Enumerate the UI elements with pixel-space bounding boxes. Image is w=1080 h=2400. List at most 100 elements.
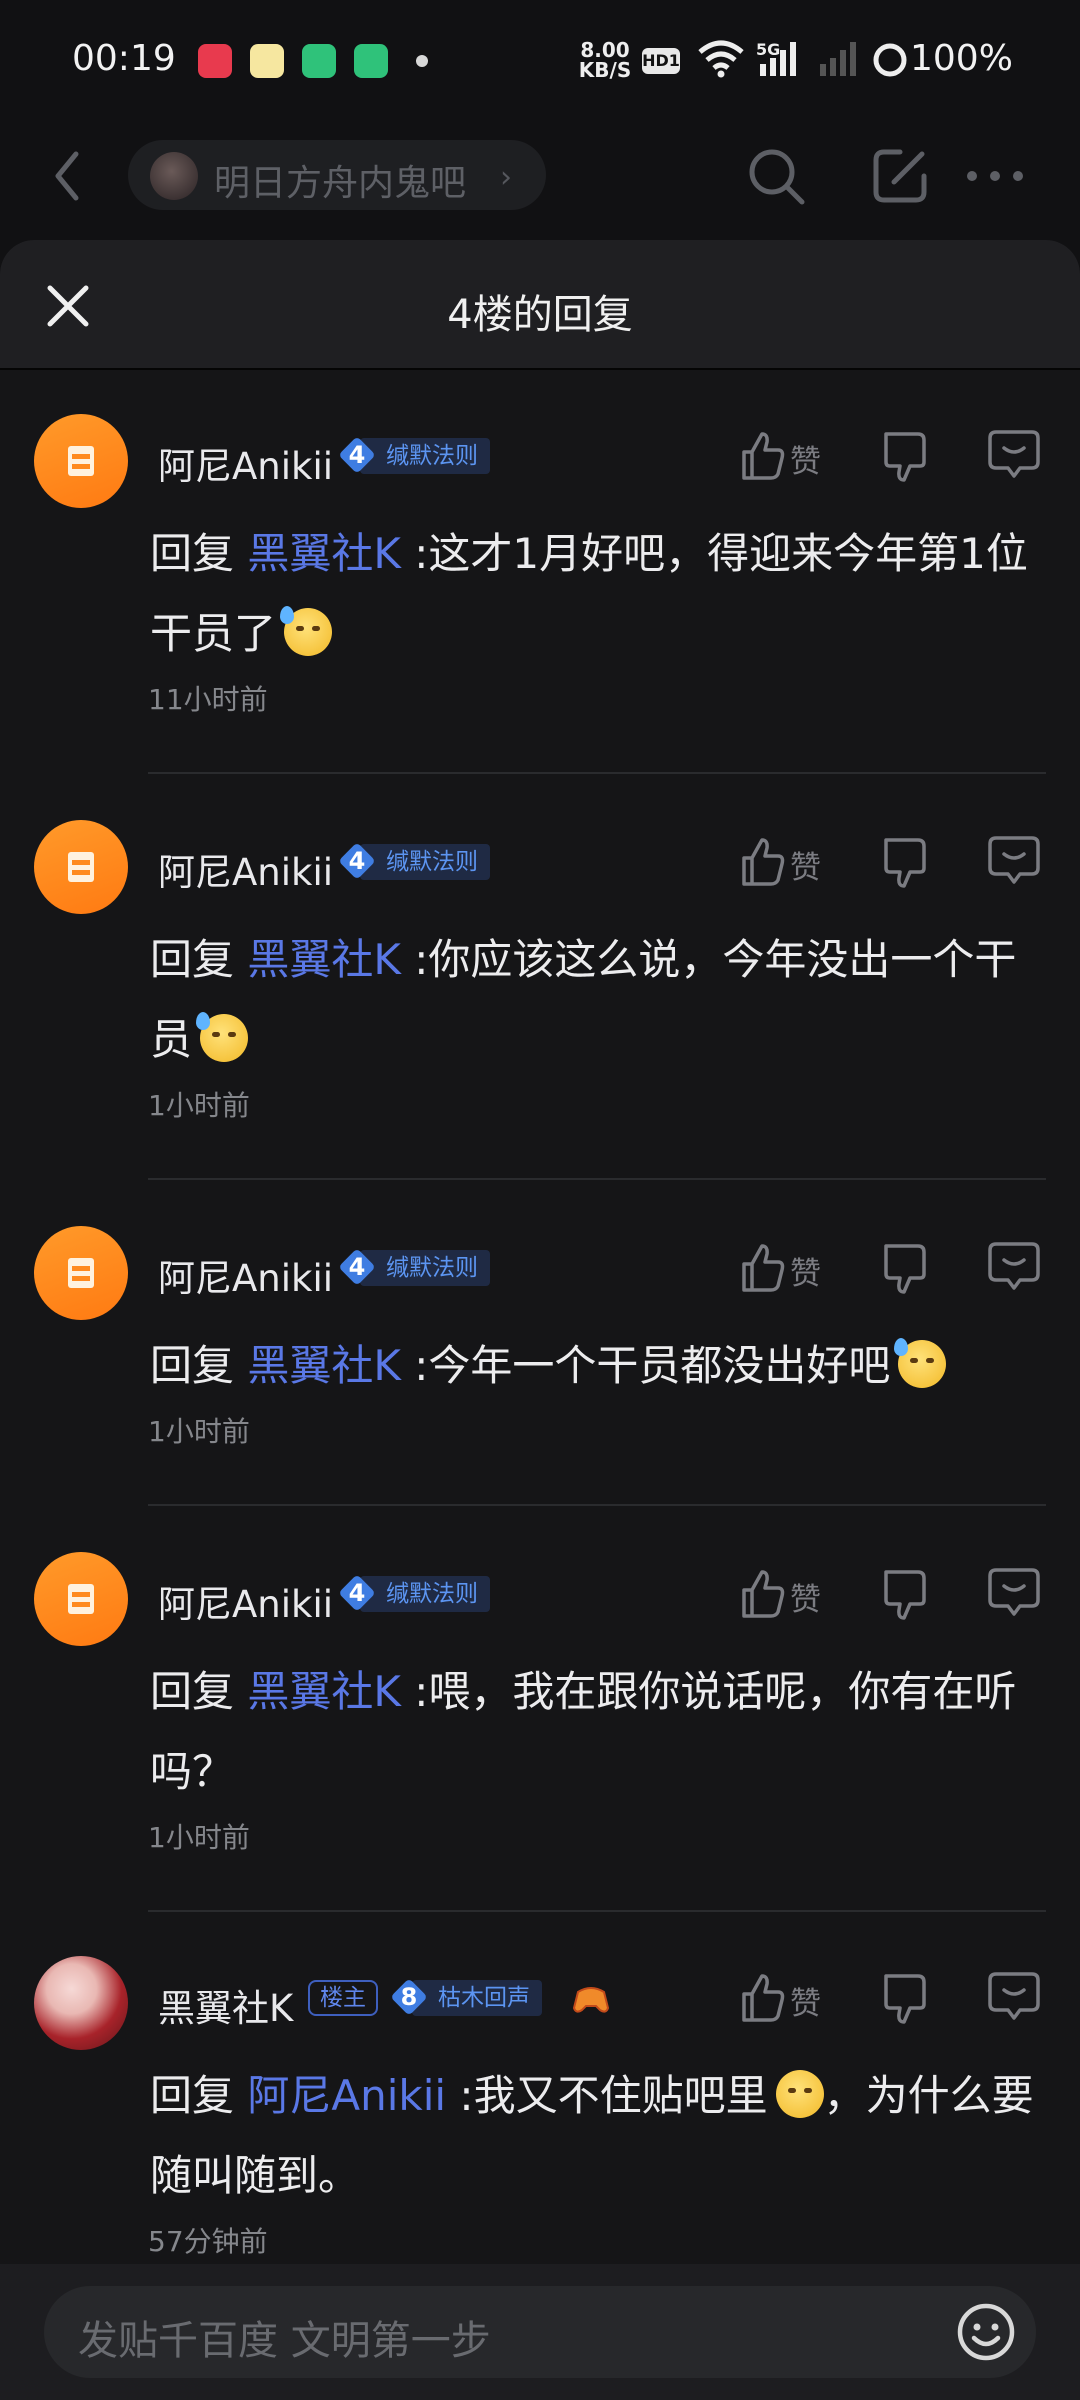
reply-content: :我又不住贴吧里 xyxy=(446,2071,768,2120)
reply-text: 回复 黑翼社K :喂，我在跟你说话呢，你有在听吗？ xyxy=(150,1652,1050,1812)
reply-text: 回复 阿尼Anikii :我又不住贴吧里 ，为什么要随叫随到。 xyxy=(150,2056,1050,2216)
sheet-title: 4楼的回复 xyxy=(447,292,633,338)
signal-icon xyxy=(760,42,796,76)
level-title: 缄默法则 xyxy=(360,844,490,880)
avatar[interactable] xyxy=(34,820,128,914)
divider xyxy=(148,1910,1046,1912)
hd-badge: HD1 xyxy=(642,48,680,74)
like-label: 赞 xyxy=(790,444,821,480)
avatar[interactable] xyxy=(34,1552,128,1646)
like-button[interactable]: 赞 xyxy=(738,1968,838,2028)
compose-icon[interactable] xyxy=(868,144,932,208)
battery-ring-icon xyxy=(873,43,907,77)
laughing-emoji-icon xyxy=(775,2070,824,2118)
game-badge-icon xyxy=(572,1987,610,2013)
username[interactable]: 阿尼Anikii xyxy=(158,1248,333,1302)
mention-link[interactable]: 黑翼社K xyxy=(247,1667,401,1716)
reply-content: :今年一个干员都没出好吧 xyxy=(400,1341,891,1390)
level-number: 8 xyxy=(400,1983,418,2011)
avatar[interactable] xyxy=(34,414,128,508)
reply-sheet: 4楼的回复 阿尼Anikii 缄默法则 4 赞 回复 黑翼社K :这才1月好吧，… xyxy=(0,240,1080,2400)
reply-prefix: 回复 xyxy=(150,2071,235,2120)
level-number: 4 xyxy=(348,1579,366,1607)
reply-time: 1小时前 xyxy=(148,1821,250,1854)
level-number: 4 xyxy=(348,847,366,875)
back-icon[interactable] xyxy=(44,146,92,206)
app-notification-icon xyxy=(198,44,232,78)
comment-icon[interactable] xyxy=(984,1236,1044,1296)
thumbs-down-icon[interactable] xyxy=(878,1240,934,1296)
reply-time: 57分钟前 xyxy=(148,2225,268,2258)
username[interactable]: 阿尼Anikii xyxy=(158,1574,333,1628)
status-time: 00:19 xyxy=(72,38,176,79)
wifi-icon xyxy=(698,40,744,78)
comment-input-placeholder: 发贴千百度 文明第一步 xyxy=(78,2318,491,2364)
level-title: 缄默法则 xyxy=(360,1250,490,1286)
reply-prefix: 回复 xyxy=(150,529,235,578)
reply-prefix: 回复 xyxy=(150,935,235,984)
like-button[interactable]: 赞 xyxy=(738,426,838,486)
battery-percent: 100% xyxy=(910,38,1013,79)
sheet-topbar: 4楼的回复 xyxy=(0,240,1080,370)
username[interactable]: 阿尼Anikii xyxy=(158,436,333,490)
like-label: 赞 xyxy=(790,1256,821,1292)
sweat-emoji-icon xyxy=(280,606,333,656)
like-label: 赞 xyxy=(790,1986,821,2022)
comment-icon[interactable] xyxy=(984,1562,1044,1622)
mention-link[interactable]: 黑翼社K xyxy=(247,1341,401,1390)
net-speed: 8.00 KB/S xyxy=(578,40,632,80)
emoji-icon[interactable] xyxy=(952,2298,1020,2366)
forum-avatar xyxy=(150,152,198,200)
thumbs-down-icon[interactable] xyxy=(878,1970,934,2026)
notification-dot-icon xyxy=(416,55,428,67)
sweat-emoji-icon xyxy=(196,1012,249,1062)
comment-input[interactable]: 发贴千百度 文明第一步 xyxy=(44,2286,1036,2378)
reply-time: 11小时前 xyxy=(148,683,268,716)
username[interactable]: 阿尼Anikii xyxy=(158,842,333,896)
avatar[interactable] xyxy=(34,1956,128,2050)
reply-time: 1小时前 xyxy=(148,1089,250,1122)
chevron-right-icon: › xyxy=(500,160,512,195)
avatar[interactable] xyxy=(34,1226,128,1320)
level-title: 枯木回声 xyxy=(412,1980,542,2016)
comment-icon[interactable] xyxy=(984,424,1044,484)
thumbs-down-icon[interactable] xyxy=(878,834,934,890)
more-icon[interactable] xyxy=(960,144,1030,208)
app-notification-icon xyxy=(250,44,284,78)
search-icon[interactable] xyxy=(744,144,808,208)
forum-name: 明日方舟内鬼吧 xyxy=(214,163,467,204)
app-notification-icon xyxy=(302,44,336,78)
level-number: 4 xyxy=(348,441,366,469)
mention-link[interactable]: 黑翼社K xyxy=(247,529,401,578)
like-button[interactable]: 赞 xyxy=(738,1238,838,1298)
mention-link[interactable]: 阿尼Anikii xyxy=(247,2071,446,2120)
status-bar: 00:19 8.00 KB/S HD1 5G 100% xyxy=(0,0,1080,124)
thumbs-down-icon[interactable] xyxy=(878,1566,934,1622)
thumbs-up-icon xyxy=(742,1974,785,2022)
comment-icon[interactable] xyxy=(984,1966,1044,2026)
sweat-emoji-icon xyxy=(894,1338,947,1388)
reply-text: 回复 黑翼社K :这才1月好吧，得迎来今年第1位干员了 xyxy=(150,514,1050,674)
app-notification-icon xyxy=(354,44,388,78)
reply-text: 回复 黑翼社K :你应该这么说，今年没出一个干员 xyxy=(150,920,1050,1080)
divider xyxy=(148,1504,1046,1506)
reply-prefix: 回复 xyxy=(150,1341,235,1390)
level-number: 4 xyxy=(348,1253,366,1281)
signal-icon-secondary xyxy=(820,42,856,76)
level-title: 缄默法则 xyxy=(360,438,490,474)
reply-prefix: 回复 xyxy=(150,1667,235,1716)
divider xyxy=(148,772,1046,774)
like-label: 赞 xyxy=(790,850,821,886)
username[interactable]: 黑翼社K xyxy=(158,1978,293,2032)
net-speed-value: 8.00 xyxy=(580,38,630,62)
comment-icon[interactable] xyxy=(984,830,1044,890)
reply-time: 1小时前 xyxy=(148,1415,250,1448)
forum-link[interactable]: 明日方舟内鬼吧 › xyxy=(128,140,546,210)
thumbs-up-icon xyxy=(742,432,785,480)
forum-header: 明日方舟内鬼吧 › xyxy=(0,124,1080,236)
like-button[interactable]: 赞 xyxy=(738,1564,838,1624)
like-button[interactable]: 赞 xyxy=(738,832,838,892)
mention-link[interactable]: 黑翼社K xyxy=(247,935,401,984)
like-label: 赞 xyxy=(790,1582,821,1618)
thumbs-down-icon[interactable] xyxy=(878,428,934,484)
